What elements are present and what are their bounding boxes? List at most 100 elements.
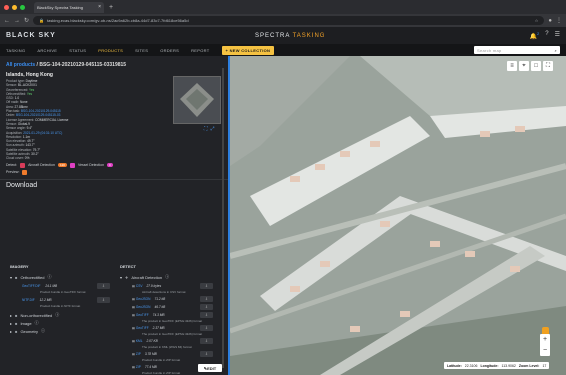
nav-sites[interactable]: SITES [135, 48, 148, 53]
folder-aircraft-detection[interactable]: ▾ ✈ Aircraft Detection ⓘ [120, 274, 169, 280]
app-header: BLACK SKY SPECTRA TASKING 🔔2 ? ☰ [0, 27, 566, 44]
vessel-checkbox[interactable] [69, 162, 75, 168]
file-row[interactable]: ▤ GeoTIFF 2.37 MB [132, 326, 165, 330]
menu-icon[interactable]: ⋮ [556, 17, 562, 24]
info-icon[interactable]: ⓘ [165, 274, 169, 280]
file-row[interactable]: ▤ KML 2.07 KB [132, 339, 158, 343]
nav-orders[interactable]: ORDERS [160, 48, 179, 53]
edit-label: EDIT [207, 365, 217, 371]
zoom-in-icon[interactable]: + [543, 336, 547, 343]
help-icon[interactable]: ? [545, 31, 548, 40]
close-tab-icon[interactable]: × [98, 4, 101, 10]
account-icon[interactable]: ☰ [555, 31, 560, 40]
new-tab-icon[interactable]: + [109, 4, 113, 11]
download-button[interactable]: ⇩ [200, 296, 213, 302]
profile-icon[interactable]: ● [548, 18, 552, 24]
breadcrumb-back-link[interactable]: All products [6, 62, 35, 68]
layers-icon[interactable]: ≡ [507, 61, 517, 71]
file-row[interactable]: ▤ GeoJSON 71.2 kB [132, 297, 165, 301]
reload-icon[interactable]: ↻ [24, 17, 29, 24]
metadata-value: 0% [24, 156, 30, 161]
file-row[interactable]: ▤ ZIP 77.4 MB [132, 365, 157, 369]
file-name[interactable]: KML [136, 339, 143, 343]
file-name[interactable]: NITF.DIF [22, 298, 35, 302]
file-row[interactable]: ▤ GeoTIFF 74.3 MB [132, 313, 165, 317]
folder-label: Orthorectified [20, 274, 45, 280]
folder-label: Image [20, 320, 32, 326]
file-name[interactable]: GeoTIFF [136, 326, 149, 330]
file-description: Aircraft detections in CSV format [142, 290, 186, 294]
download-button[interactable]: ⇩ [200, 338, 213, 344]
bookmark-star-icon[interactable]: ☆ [535, 18, 539, 23]
expand-icon[interactable]: ⤢ [211, 126, 215, 132]
file-name[interactable]: GeoTIFF [136, 313, 149, 317]
detect-label: Detect: [6, 163, 18, 168]
file-name[interactable]: GeoTIFF.DIF [22, 284, 40, 288]
download-button[interactable]: ⇩ [97, 297, 110, 303]
file-name[interactable]: GeoJSON [136, 305, 151, 309]
file-row[interactable]: NITF.DIF 12.2 MB [22, 298, 52, 302]
folder-non-orthorectified[interactable]: ▸ ■ Non-orthorectified ⓘ [10, 312, 59, 318]
info-icon[interactable]: ⓘ [47, 274, 51, 280]
satellite-map[interactable]: ≡ ⌖ □ ⛶ + − Latitude: 22.3106 Longitude: 1… [230, 56, 566, 375]
nav-tasking[interactable]: TASKING [6, 48, 25, 53]
file-name[interactable]: ZIP [136, 365, 141, 369]
zoom-out-icon[interactable]: − [543, 347, 547, 354]
file-row[interactable]: ▤ GeoJSON 46.7 kB [132, 305, 165, 309]
draw-square-icon[interactable]: □ [531, 61, 541, 71]
download-button[interactable]: ⇩ [200, 304, 213, 310]
download-button[interactable]: ⇩ [200, 351, 213, 357]
folder-image[interactable]: ▸ ■ Image ⓘ [10, 320, 39, 326]
folder-label: Aircraft Detection [131, 274, 163, 280]
metadata-key: Cloud cover: [6, 156, 24, 161]
nav-products[interactable]: PRODUCTS [98, 48, 123, 53]
panel-scrollbar[interactable] [222, 68, 224, 368]
edit-button[interactable]: ✎ EDIT [198, 364, 222, 372]
file-name[interactable]: CSV [136, 284, 143, 288]
map-controls: ≡ ⌖ □ ⛶ [507, 61, 553, 71]
nav-status[interactable]: STATUS [69, 48, 86, 53]
browser-tabbar: BlackSky Spectra Tasking × + [0, 0, 566, 14]
nav-report[interactable]: REPORT [191, 48, 209, 53]
maximize-window-icon[interactable] [20, 4, 25, 10]
file-row[interactable]: ▤ CSV 27.9 bytes [132, 284, 161, 288]
info-icon[interactable]: ⓘ [35, 320, 39, 326]
url-field[interactable]: 🔒 tasking.ecas.blacksky.com/gv-ob-ns/2ac… [33, 16, 545, 25]
product-detail-panel: All products / BSG-104-20210129-045115-0… [0, 56, 228, 375]
browser-tab[interactable]: BlackSky Spectra Tasking × [34, 1, 104, 13]
search-icon[interactable]: ⌕ [554, 48, 557, 53]
info-icon[interactable]: ⓘ [55, 312, 59, 318]
zoom-to-icon[interactable]: ⛶ [204, 126, 208, 132]
new-collection-button[interactable]: + NEW COLLECTION [221, 45, 275, 55]
file-name[interactable]: GeoJSON [136, 297, 151, 301]
minimize-window-icon[interactable] [12, 4, 17, 10]
file-description: The product in GeoTIFF (EPSG:4326) forma… [142, 332, 203, 336]
forward-icon[interactable]: → [14, 18, 20, 24]
folder-icon: ■ [15, 274, 18, 280]
preview-label: Preview: [6, 170, 20, 175]
download-button[interactable]: ⇩ [200, 312, 213, 318]
fullscreen-icon[interactable]: ⛶ [543, 61, 553, 71]
product-thumbnail[interactable] [173, 76, 221, 124]
file-name[interactable]: ZIP [136, 352, 141, 356]
close-window-icon[interactable] [4, 4, 9, 10]
download-button[interactable]: ⇩ [200, 283, 213, 289]
info-icon[interactable]: ⓘ [41, 328, 45, 334]
file-row[interactable]: ▤ ZIP 3.78 MB [132, 352, 157, 356]
folder-orthorectified[interactable]: ▾ ■ Orthorectified ⓘ [10, 274, 51, 280]
file-row[interactable]: GeoTIFF.DIF 24.1 MB [22, 284, 57, 288]
folder-geometry[interactable]: ▸ ■ Geometry ⓘ [10, 328, 45, 334]
app-logo[interactable]: BLACK SKY [6, 32, 56, 39]
chevron-down-icon: ▾ [120, 274, 123, 280]
folder-icon: ■ [15, 320, 18, 326]
latitude-value: 22.3106 [464, 363, 478, 368]
preview-checkbox[interactable] [22, 169, 28, 175]
download-button[interactable]: ⇩ [200, 325, 213, 331]
pin-icon[interactable]: ⌖ [519, 61, 529, 71]
map-search-input[interactable]: Search map ⌕ [474, 46, 560, 54]
aircraft-checkbox[interactable] [20, 162, 26, 168]
nav-archive[interactable]: ARCHIVE [37, 48, 57, 53]
back-icon[interactable]: ← [4, 18, 10, 24]
notifications-icon[interactable]: 🔔2 [530, 31, 540, 40]
download-button[interactable]: ⇩ [97, 283, 110, 289]
